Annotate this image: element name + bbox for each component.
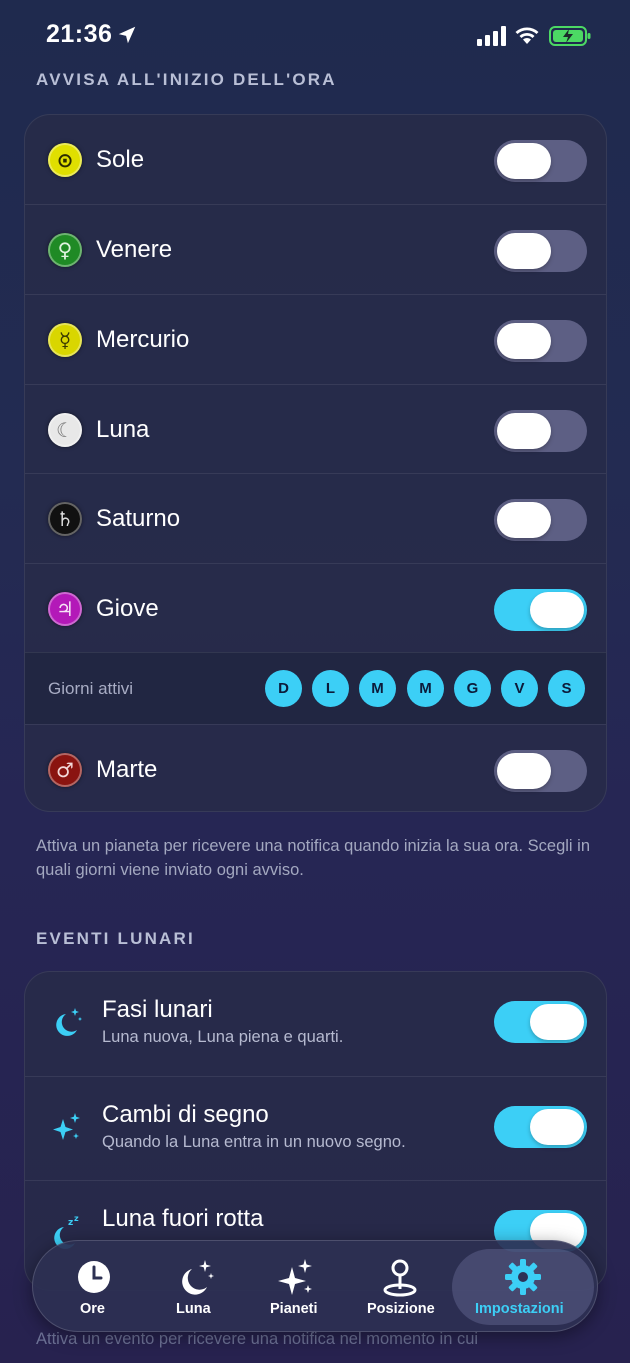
- saturno-toggle[interactable]: [494, 499, 587, 541]
- notify-footnote: Attiva un pianeta per ricevere una notif…: [36, 837, 591, 879]
- moon-stars-icon: [56, 1008, 82, 1036]
- planet-row-marte: ♂ Marte: [25, 724, 606, 811]
- section-title-notify: AVVISA ALL'INIZIO DELL'ORA: [36, 70, 337, 89]
- luna-toggle[interactable]: [494, 410, 587, 452]
- planet-label: Saturno: [96, 505, 181, 532]
- giove-toggle[interactable]: [494, 589, 587, 631]
- lunar-row-phases: Fasi lunari Luna nuova, Luna piena e qua…: [25, 972, 606, 1076]
- wifi-icon: [515, 27, 539, 44]
- lunar-event-subtitle: Luna nuova, Luna piena e quarti.: [102, 1028, 344, 1046]
- tab-label: Posizione: [367, 1301, 435, 1317]
- status-time: 21:36: [46, 20, 113, 48]
- tab-luna[interactable]: Luna: [153, 1241, 237, 1333]
- active-days-label: Giorni attivi: [48, 679, 134, 698]
- marte-toggle[interactable]: [494, 750, 587, 792]
- lunar-footnote: Attiva un evento per ricevere una notifi…: [36, 1330, 479, 1348]
- sparkles-icon: [278, 1259, 312, 1295]
- planet-row-mercurio: ☿ Mercurio: [25, 294, 606, 384]
- lunar-event-title: Cambi di segno: [102, 1101, 269, 1128]
- tab-label: Luna: [176, 1301, 211, 1317]
- toggle-knob: [497, 323, 551, 359]
- toggle-knob: [497, 753, 551, 789]
- active-days-row: Giorni attivi D L M M G V S: [25, 652, 606, 724]
- cellular-signal-icon: [477, 26, 506, 46]
- planet-row-giove: ♃ Giove: [25, 563, 606, 653]
- tab-bar: Ore Luna Pianeti Posizione Impostazioni: [32, 1240, 598, 1332]
- planet-label: Sole: [96, 146, 145, 173]
- location-arrow-icon: [118, 26, 136, 44]
- lunar-row-sign-changes: Cambi di segno Quando la Luna entra in u…: [25, 1076, 606, 1180]
- sun-icon: ⊙: [48, 143, 82, 177]
- cambi-segno-toggle[interactable]: [494, 1106, 587, 1148]
- toggle-knob: [497, 233, 551, 269]
- planet-row-saturno: ♄ Saturno: [25, 473, 606, 563]
- tab-label: Pianeti: [270, 1301, 318, 1317]
- planet-label: Mercurio: [96, 326, 190, 353]
- map-pin-icon: [383, 1259, 417, 1297]
- toggle-knob: [497, 143, 551, 179]
- tab-label: Ore: [80, 1301, 105, 1317]
- saturn-icon: ♄: [48, 502, 82, 536]
- tab-label: Impostazioni: [475, 1301, 564, 1317]
- venere-toggle[interactable]: [494, 230, 587, 272]
- planet-row-luna: ☾ Luna: [25, 384, 606, 474]
- status-bar: 21:36: [0, 0, 630, 70]
- lunar-event-title: Luna fuori rotta: [102, 1205, 264, 1232]
- venus-icon: ♀: [48, 233, 82, 267]
- moon-icon: ☾: [48, 413, 82, 447]
- sole-toggle[interactable]: [494, 140, 587, 182]
- tab-impostazioni[interactable]: Impostazioni: [463, 1241, 583, 1333]
- mars-icon: ♂: [48, 753, 82, 787]
- tab-pianeti[interactable]: Pianeti: [255, 1241, 339, 1333]
- clock-icon: [78, 1261, 110, 1293]
- svg-text:z: z: [74, 1214, 79, 1223]
- battery-charging-icon: [549, 26, 591, 46]
- planet-label: Marte: [96, 756, 158, 783]
- toggle-knob: [497, 502, 551, 538]
- mercurio-toggle[interactable]: [494, 320, 587, 362]
- planet-label: Giove: [96, 595, 159, 622]
- day-chip-mercoledi[interactable]: M: [407, 670, 444, 707]
- planet-row-venere: ♀ Venere: [25, 204, 606, 294]
- toggle-knob: [530, 592, 584, 628]
- day-chip-sabato[interactable]: S: [548, 670, 585, 707]
- section-title-lunar: EVENTI LUNARI: [36, 929, 195, 948]
- toggle-knob: [497, 413, 551, 449]
- planet-label: Luna: [96, 416, 150, 443]
- svg-text:z: z: [68, 1218, 73, 1228]
- day-chip-lunedi[interactable]: L: [312, 670, 349, 707]
- planet-notifications-card: ⊙ Sole ♀ Venere ☿ Mercurio ☾ Luna ♄ Satu…: [24, 114, 607, 812]
- planet-row-sole: ⊙ Sole: [25, 115, 606, 205]
- sparkles-icon: [53, 1113, 80, 1140]
- tab-ore[interactable]: Ore: [53, 1241, 135, 1333]
- day-chip-domenica[interactable]: D: [265, 670, 302, 707]
- moon-stars-icon: [182, 1260, 214, 1295]
- toggle-knob: [530, 1109, 584, 1145]
- lunar-event-subtitle: Quando la Luna entra in un nuovo segno.: [102, 1133, 406, 1151]
- toggle-knob: [530, 1004, 584, 1040]
- day-chip-martedi[interactable]: M: [359, 670, 396, 707]
- tab-posizione[interactable]: Posizione: [359, 1241, 443, 1333]
- jupiter-icon: ♃: [48, 592, 82, 626]
- day-chip-venerdi[interactable]: V: [501, 670, 538, 707]
- day-chip-giovedi[interactable]: G: [454, 670, 491, 707]
- lunar-event-title: Fasi lunari: [102, 996, 213, 1023]
- gear-icon: [505, 1259, 541, 1295]
- planet-label: Venere: [96, 236, 173, 263]
- mercury-icon: ☿: [48, 323, 82, 357]
- fasi-lunari-toggle[interactable]: [494, 1001, 587, 1043]
